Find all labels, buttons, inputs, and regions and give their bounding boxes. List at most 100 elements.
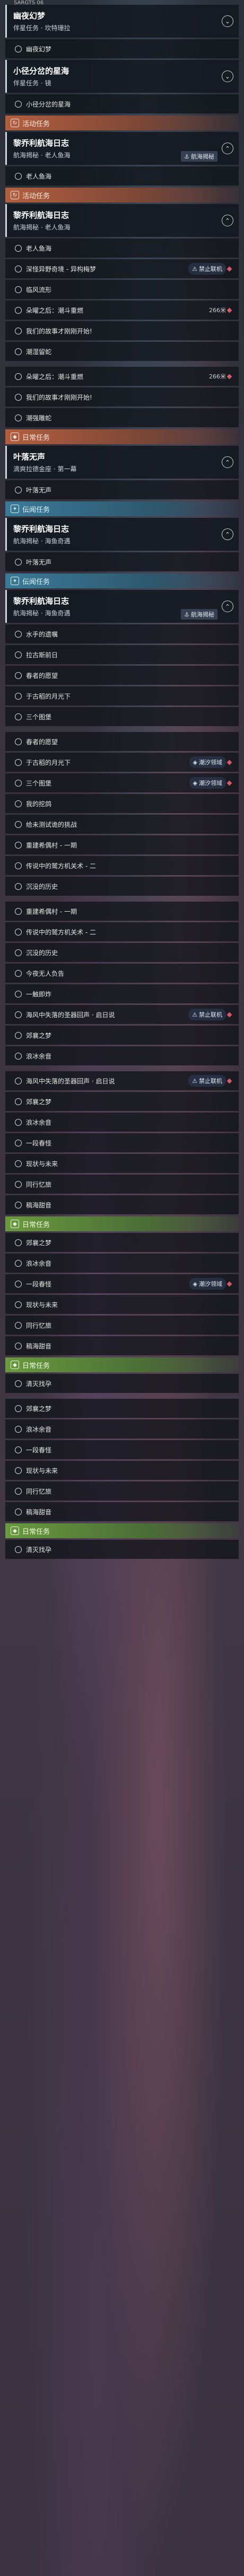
quest-step[interactable]: 于古稻的月光下 bbox=[5, 686, 239, 705]
step-label: 今夜无人负告 bbox=[26, 969, 65, 977]
category-header[interactable]: ◆ 日常任务 bbox=[5, 1357, 239, 1372]
quest-step[interactable]: 今夜无人负告 bbox=[5, 964, 239, 983]
quest-card[interactable]: 小径分岔的星海 伴星任务 · 镜 ⌄ bbox=[5, 60, 239, 93]
quest-step[interactable]: 清灭找孕 bbox=[5, 1540, 239, 1559]
quest-step[interactable]: 三个图堡 bbox=[5, 707, 239, 726]
quest-step[interactable]: 现状与未来 bbox=[5, 1154, 239, 1173]
quest-step[interactable]: 现状与未来 bbox=[5, 1295, 239, 1314]
quest-step[interactable]: 叶落无声 bbox=[5, 552, 239, 571]
quest-step[interactable]: 同行忆旅 bbox=[5, 1316, 239, 1335]
quest-card[interactable]: 黎乔利航海日志 航海揭秘 · 海鱼奇遇 ⚓ 航海揭秘 ⌃ bbox=[5, 590, 239, 623]
quest-step[interactable]: 一段春怪 ◈ 潮汐领域 bbox=[5, 1274, 239, 1293]
quest-step[interactable]: 重建希偶村 - 一期 bbox=[5, 835, 239, 854]
quest-step[interactable]: 朵曜之后：潮斗重燃 266米 bbox=[5, 301, 239, 320]
circle-icon bbox=[15, 348, 22, 355]
chevron-icon[interactable]: ⌃ bbox=[222, 528, 233, 540]
quest-step[interactable]: 春者的愿望 bbox=[5, 666, 239, 685]
circle-icon bbox=[15, 1405, 22, 1412]
category-icon: ◆ bbox=[11, 1527, 19, 1535]
chevron-icon[interactable]: ⌄ bbox=[222, 15, 233, 27]
quest-step[interactable]: 春者的愿望 bbox=[5, 732, 239, 751]
quest-step[interactable]: 一段春怪 bbox=[5, 1133, 239, 1152]
quest-step[interactable]: 潮强雕蛇 bbox=[5, 408, 239, 427]
step-label: 拉古斯前日 bbox=[26, 651, 58, 659]
quest-step[interactable]: 郊襄之梦 bbox=[5, 1026, 239, 1045]
quest-card[interactable]: 叶落无声 滴爽拉德金座 · 第一幕 ⌃ bbox=[5, 446, 239, 479]
quest-step[interactable]: 沉没的历史 bbox=[5, 943, 239, 962]
quest-step[interactable]: 传说中的鹫方机关术 - 二 bbox=[5, 922, 239, 941]
quest-step[interactable]: 临风流形 bbox=[5, 280, 239, 299]
chevron-icon[interactable]: ⌃ bbox=[222, 215, 233, 226]
quest-card[interactable]: 黎乔利航海日志 航海揭秘 · 老人鱼海 ⚓ 航海揭秘 ⌃ bbox=[5, 132, 239, 165]
step-label: 一段春怪 bbox=[26, 1139, 52, 1147]
quest-step[interactable]: 水手的遗嘱 bbox=[5, 624, 239, 643]
quest-step[interactable]: 浪冰余音 bbox=[5, 1046, 239, 1065]
step-label: 一段春怪 bbox=[26, 1446, 52, 1454]
chevron-icon[interactable]: ⌄ bbox=[222, 70, 233, 82]
quest-step[interactable]: 现状与未来 bbox=[5, 1461, 239, 1480]
step-label: 同行忆旅 bbox=[26, 1180, 52, 1188]
category-header[interactable]: ↻ 活动任务 bbox=[5, 116, 239, 130]
quest-step[interactable]: 给未测试诡的挑战 bbox=[5, 815, 239, 834]
chevron-icon[interactable]: ⌃ bbox=[222, 456, 233, 468]
quest-step[interactable]: 拉古斯前日 bbox=[5, 645, 239, 664]
quest-step[interactable]: 同行忆旅 bbox=[5, 1175, 239, 1194]
step-label: 老人鱼海 bbox=[26, 244, 52, 252]
quest-step[interactable]: 浪冰余音 bbox=[5, 1254, 239, 1273]
circle-icon bbox=[15, 907, 22, 915]
quest-step[interactable]: 清灭找孕 bbox=[5, 1374, 239, 1393]
quest-step[interactable]: 叶落无声 bbox=[5, 480, 239, 499]
quest-step[interactable]: 于古稻的月光下 ◈ 潮汐领域 bbox=[5, 753, 239, 772]
chevron-icon[interactable]: ⌃ bbox=[222, 601, 233, 612]
category-header[interactable]: ✦ 伝闻任务 bbox=[5, 501, 239, 516]
quest-step[interactable]: 一段春怪 bbox=[5, 1440, 239, 1459]
quest-step[interactable]: 沉没的历史 bbox=[5, 877, 239, 896]
quest-card[interactable]: 黎乔利航海日志 航海揭秘 · 海鱼奇遇 ⌃ bbox=[5, 518, 239, 551]
quest-step[interactable]: 同行忆旅 bbox=[5, 1481, 239, 1501]
quest-step[interactable]: 我们的故事才刚刚开始! bbox=[5, 321, 239, 340]
quest-step[interactable]: 稿海甜音 bbox=[5, 1502, 239, 1521]
circle-icon bbox=[15, 1508, 22, 1515]
warning-icon: ⚠ bbox=[192, 1011, 197, 1018]
quest-step[interactable]: 潮湿留蛇 bbox=[5, 342, 239, 361]
quest-step[interactable]: 小径分岔的星海 bbox=[5, 94, 239, 113]
step-label: 给未测试诡的挑战 bbox=[26, 821, 77, 828]
step-label: 一触即炸 bbox=[26, 990, 52, 998]
category-header[interactable]: ◆ 日常任务 bbox=[5, 1523, 239, 1538]
quest-step[interactable]: 重建希偶村 - 一期 bbox=[5, 902, 239, 921]
quest-step[interactable]: 稿海甜音 bbox=[5, 1336, 239, 1355]
quest-step[interactable]: 我的挖鸽 bbox=[5, 794, 239, 813]
category-header[interactable]: ↻ 活动任务 bbox=[5, 188, 239, 202]
quest-step[interactable]: 三个图堡 ◈ 潮汐领域 bbox=[5, 773, 239, 792]
category-header[interactable]: ◆ 日常任务 bbox=[5, 429, 239, 444]
quest-step[interactable]: 朵曜之后：潮斗重燃 266米 bbox=[5, 367, 239, 386]
quest-step[interactable]: 海风中失落的圣器回声 · 启日说 ⚠ 禁止联机 bbox=[5, 1005, 239, 1024]
step-label: 重建希偶村 - 一期 bbox=[26, 841, 77, 849]
quest-step[interactable]: 浪冰余音 bbox=[5, 1113, 239, 1132]
circle-icon bbox=[15, 738, 22, 745]
step-tag-label: 潮汐领域 bbox=[199, 1281, 222, 1287]
category-header[interactable]: ◆ 日常任务 bbox=[5, 1216, 239, 1231]
quest-step[interactable]: 老人鱼海 bbox=[5, 166, 239, 186]
quest-step[interactable]: 郊襄之梦 bbox=[5, 1233, 239, 1252]
quest-step[interactable]: 一触即炸 bbox=[5, 984, 239, 1003]
chevron-icon[interactable]: ⌃ bbox=[222, 143, 233, 154]
quest-step[interactable]: 传说中的鹫方机关术 - 二 bbox=[5, 856, 239, 875]
quest-step[interactable]: 我们的故事才刚刚开始! bbox=[5, 387, 239, 407]
category-header[interactable]: ✦ 伝闻任务 bbox=[5, 574, 239, 588]
quest-step[interactable]: 稿海甜音 bbox=[5, 1195, 239, 1214]
step-label: 老人鱼海 bbox=[26, 172, 52, 180]
step-label: 海风中失落的圣器回声 · 启日说 bbox=[26, 1077, 115, 1085]
quest-step[interactable]: 老人鱼海 bbox=[5, 239, 239, 258]
quest-step[interactable]: 海风中失落的圣器回声 · 启日说 ⚠ 禁止联机 bbox=[5, 1071, 239, 1090]
quest-step[interactable]: 郊襄之梦 bbox=[5, 1399, 239, 1418]
quest-card[interactable]: 幽夜幻梦 伴星任务 · 坎特珊拉 ⌄ bbox=[5, 5, 239, 38]
quest-step[interactable]: 浪冰余音 bbox=[5, 1419, 239, 1439]
quest-step[interactable]: 深怪异野奇境 - 异构梅梦315米⚠禁止联机 bbox=[5, 259, 239, 278]
quest-step[interactable]: 幽夜幻梦 bbox=[5, 39, 239, 58]
quest-step[interactable]: 郊襄之梦 bbox=[5, 1092, 239, 1111]
quest-tag: ⚓ 航海揭秘 bbox=[181, 151, 217, 162]
step-label: 叶落无声 bbox=[26, 486, 52, 494]
quest-card[interactable]: 黎乔利航海日志 航海揭秘 · 老人鱼海 ⌃ bbox=[5, 204, 239, 237]
circle-icon bbox=[15, 928, 22, 936]
